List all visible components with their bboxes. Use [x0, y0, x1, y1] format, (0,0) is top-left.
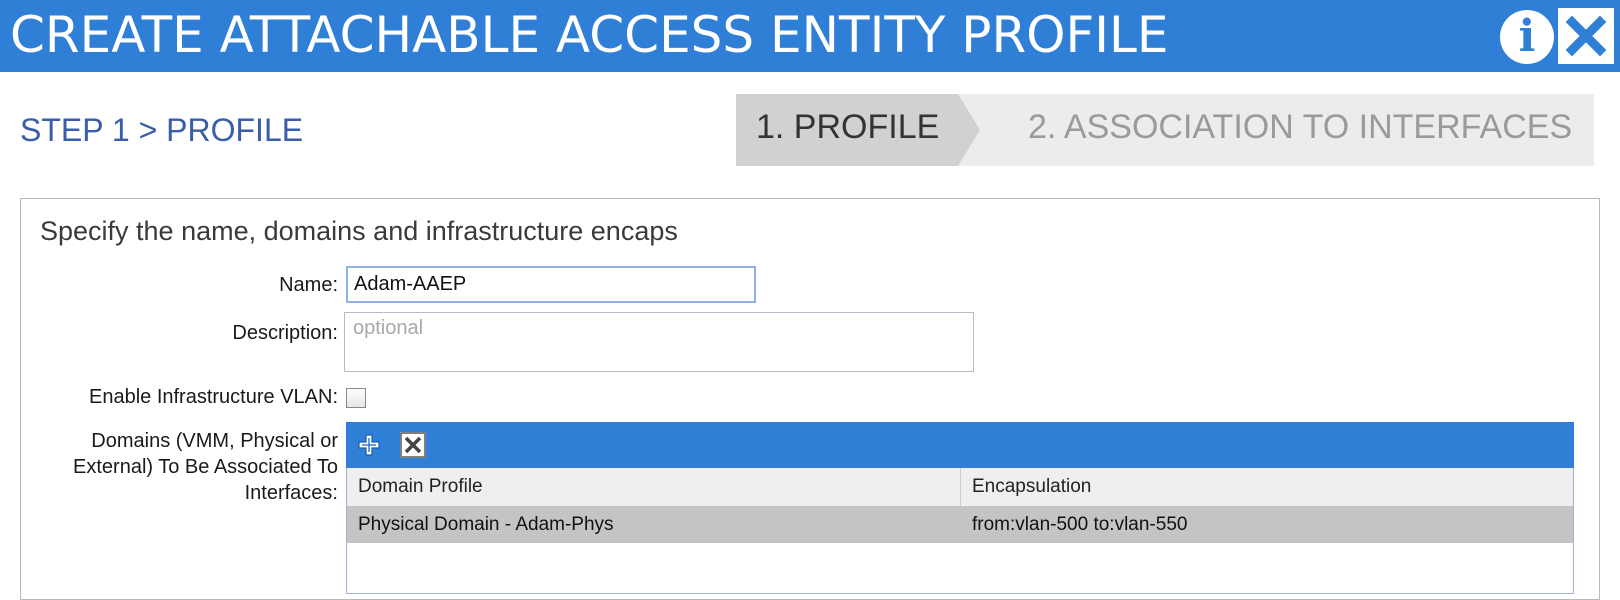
- infra-vlan-label: Enable Infrastructure VLAN:: [88, 386, 338, 408]
- name-input[interactable]: [346, 266, 756, 303]
- column-header-domain-profile[interactable]: Domain Profile: [358, 476, 483, 498]
- close-icon: [1566, 16, 1606, 56]
- info-glyph: i: [1518, 11, 1536, 62]
- column-divider: [960, 468, 961, 506]
- column-header-encapsulation[interactable]: Encapsulation: [972, 476, 1091, 498]
- domains-table-toolbar: [346, 422, 1574, 468]
- domains-label: Domains (VMM, Physical or External) To B…: [73, 430, 338, 504]
- add-icon[interactable]: [356, 432, 382, 458]
- dialog-title: CREATE ATTACHABLE ACCESS ENTITY PROFILE: [10, 6, 1169, 64]
- wizard-step-association[interactable]: 2. ASSOCIATION TO INTERFACES: [1028, 108, 1572, 147]
- close-button[interactable]: [1558, 8, 1614, 64]
- form-heading: Specify the name, domains and infrastruc…: [40, 216, 678, 246]
- cell-domain-profile: Physical Domain - Adam-Phys: [358, 514, 614, 535]
- description-input[interactable]: [344, 312, 974, 372]
- cell-encapsulation: from:vlan-500 to:vlan-550: [972, 514, 1188, 535]
- description-label: Description:: [232, 322, 338, 344]
- infra-vlan-checkbox[interactable]: [346, 388, 366, 408]
- wizard-step-profile[interactable]: 1. PROFILE: [756, 108, 939, 147]
- step-title: STEP 1 > PROFILE: [20, 112, 304, 148]
- delete-icon[interactable]: [400, 432, 426, 458]
- info-icon[interactable]: i: [1500, 10, 1554, 64]
- name-label: Name:: [279, 274, 338, 296]
